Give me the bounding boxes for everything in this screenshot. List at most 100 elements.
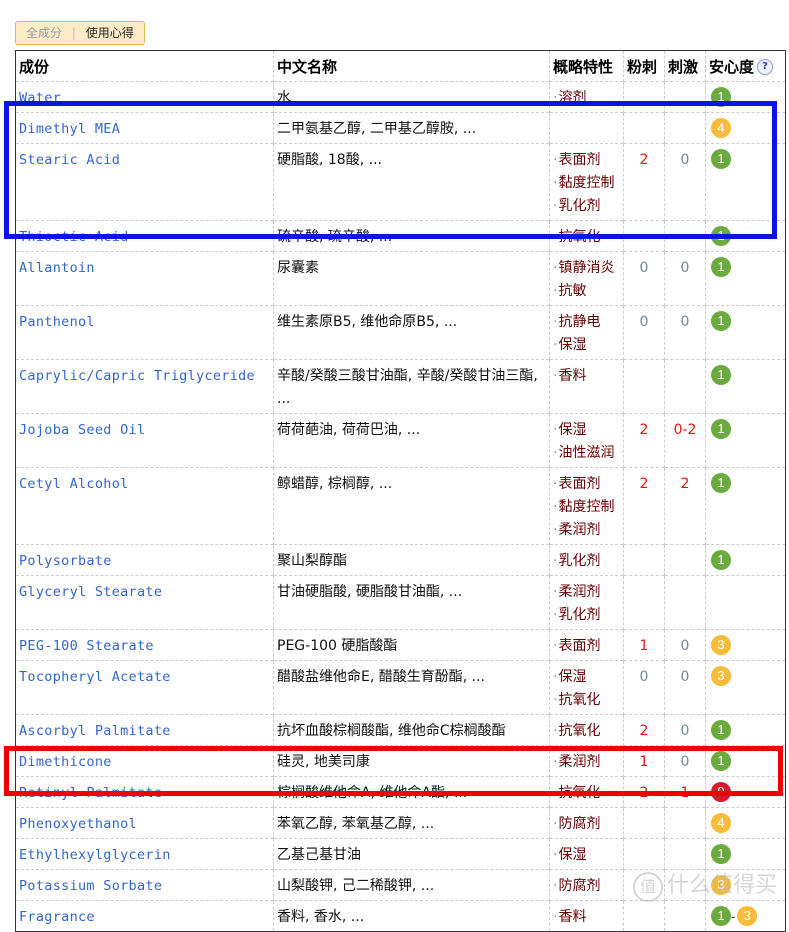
safety-badge[interactable]: 1 [711, 419, 731, 439]
safety-badge[interactable]: 1 [711, 149, 731, 169]
cell-acne: 2 [623, 467, 665, 545]
ingredient-link[interactable]: PEG-100 Stearate [19, 638, 154, 654]
cell-acne [623, 575, 665, 630]
cell-safety: 3 [705, 660, 786, 715]
help-icon[interactable]: ? [757, 59, 774, 75]
cell-chinese-name: 荷荷葩油, 荷荷巴油, ... [273, 413, 550, 468]
cell-chinese-name: 香料, 香水, ... [273, 900, 550, 932]
cell-inci: Panthenol [15, 305, 274, 360]
table-row: Glyceryl Stearate 甘油硬脂酸, 硬脂酸甘油酯, ...柔润剂乳化… [15, 575, 786, 630]
cell-irritation [664, 359, 706, 414]
safety-badge[interactable]: 3 [711, 635, 731, 655]
safety-badge[interactable]: 3 [711, 666, 731, 686]
safety-badge[interactable]: 1 [711, 226, 731, 246]
cell-acne [623, 869, 665, 901]
cell-irritation: 1 [664, 776, 706, 808]
ingredient-link[interactable]: Glyceryl Stearate [19, 584, 162, 600]
ingredient-link[interactable]: Polysorbate [19, 553, 112, 569]
ingredient-link[interactable]: Dimethicone [19, 754, 112, 770]
cell-features: 香料 [549, 359, 624, 414]
ingredient-link[interactable]: Caprylic/Capric Triglyceride [19, 368, 255, 384]
table-row: Jojoba Seed Oil 荷荷葩油, 荷荷巴油, ...保湿油性滋润20-2… [15, 413, 786, 468]
safety-badge[interactable]: 4 [711, 118, 731, 138]
cell-chinese-name: 聚山梨醇酯 [273, 544, 550, 576]
feature-tag: 保湿 [553, 334, 620, 357]
feature-tag: 黏度控制 [553, 496, 620, 519]
cell-inci: Potassium Sorbate [15, 869, 274, 901]
safety-badge[interactable]: 1 [711, 87, 731, 107]
cell-safety: 3 [705, 629, 786, 661]
safety-badge[interactable]: 9 [711, 782, 731, 802]
header-acne: 粉刺 [623, 50, 665, 82]
cell-safety: 1 [705, 359, 786, 414]
range-dash: - [731, 910, 736, 924]
ingredient-link[interactable]: Cetyl Alcohol [19, 476, 129, 492]
cell-safety: 3 [705, 869, 786, 901]
table-row: Retinyl Palmitate 棕榈酸维他命A, 维他命A酯, ...抗氧化2… [15, 776, 786, 808]
ingredient-link[interactable]: Tocopheryl Acetate [19, 669, 171, 685]
cell-inci: Jojoba Seed Oil [15, 413, 274, 468]
table-row: Potassium Sorbate 山梨酸钾, 己二稀酸钾, ...防腐剂 3 [15, 869, 786, 901]
cell-chinese-name: 硫辛酸, 琉辛酸, ... [273, 220, 550, 252]
table-row: Dimethyl MEA 二甲氨基乙醇, 二甲基乙醇胺, ... 4 [15, 112, 786, 144]
ingredient-link[interactable]: Fragrance [19, 909, 95, 925]
table-row: Fragrance 香料, 香水, ...香料 1-3 [15, 900, 786, 932]
cell-chinese-name: 鲸蜡醇, 棕榈醇, ... [273, 467, 550, 545]
safety-badge[interactable]: 1 [711, 720, 731, 740]
cell-acne: 2 [623, 714, 665, 746]
safety-badge[interactable]: 3 [711, 875, 731, 895]
feature-tag: 抗静电 [553, 311, 620, 334]
cell-chinese-name: 抗坏血酸棕榈酸酯, 维他命C棕榈酸酯 [273, 714, 550, 746]
cell-inci: Tocopheryl Acetate [15, 660, 274, 715]
cell-acne: 2 [623, 776, 665, 808]
ingredient-link[interactable]: Panthenol [19, 314, 95, 330]
cell-features: 香料 [549, 900, 624, 932]
tab-all-ingredients[interactable]: 全成分 [26, 26, 62, 40]
safety-badge[interactable]: 1 [711, 311, 731, 331]
safety-badge[interactable]: 1 [711, 906, 731, 926]
cell-chinese-name: 山梨酸钾, 己二稀酸钾, ... [273, 869, 550, 901]
tab-usage-notes[interactable]: 使用心得 [86, 26, 134, 40]
cell-irritation [664, 544, 706, 576]
table-row: Panthenol维生素原B5, 维他命原B5, ...抗静电保湿001 [15, 305, 786, 360]
cell-inci: Dimethyl MEA [15, 112, 274, 144]
cell-safety [705, 575, 786, 630]
cell-acne [623, 81, 665, 113]
safety-badge[interactable]: 1 [711, 473, 731, 493]
cell-features: 柔润剂乳化剂 [549, 575, 624, 630]
safety-badge[interactable]: 4 [711, 813, 731, 833]
tab-bar: 全成分 | 使用心得 [15, 21, 145, 45]
table-row: Tocopheryl Acetate 醋酸盐维他命E, 醋酸生育酚酯, ...保湿… [15, 660, 786, 715]
safety-badge[interactable]: 1 [711, 751, 731, 771]
safety-badge[interactable]: 1 [711, 844, 731, 864]
ingredient-link[interactable]: Allantoin [19, 260, 95, 276]
safety-badge[interactable]: 3 [737, 906, 758, 926]
cell-safety: 1 [705, 714, 786, 746]
table-row: Allantoin尿囊素镇静消炎抗敏001 [15, 251, 786, 306]
safety-badge[interactable]: 1 [711, 550, 731, 570]
table-row: PEG-100 Stearate PEG-100 硬脂酸酯表面剂103 [15, 629, 786, 661]
ingredient-link[interactable]: Phenoxyethanol [19, 816, 137, 832]
cell-safety: 1 [705, 745, 786, 777]
safety-badge[interactable]: 1 [711, 257, 731, 277]
feature-tag: 保湿 [553, 666, 620, 689]
cell-acne: 0 [623, 660, 665, 715]
feature-tag: 柔润剂 [553, 581, 620, 604]
safety-badge[interactable]: 1 [711, 365, 731, 385]
cell-inci: Stearic Acid [15, 143, 274, 221]
feature-tag: 抗氧化 [553, 720, 620, 743]
table-row: Ascorbyl Palmitate 抗坏血酸棕榈酸酯, 维他命C棕榈酸酯抗氧化2… [15, 714, 786, 746]
ingredient-link[interactable]: Dimethyl MEA [19, 121, 120, 137]
ingredient-link[interactable]: Retinyl Palmitate [19, 785, 162, 801]
cell-inci: Caprylic/Capric Triglyceride [15, 359, 274, 414]
cell-acne [623, 359, 665, 414]
ingredient-link[interactable]: Jojoba Seed Oil [19, 422, 145, 438]
ingredient-link[interactable]: Thioctic Acid [19, 229, 129, 245]
ingredient-link[interactable]: Potassium Sorbate [19, 878, 162, 894]
ingredient-link[interactable]: Stearic Acid [19, 152, 120, 168]
ingredient-link[interactable]: Ascorbyl Palmitate [19, 723, 171, 739]
ingredient-link[interactable]: Ethylhexylglycerin [19, 847, 171, 863]
cell-safety: 4 [705, 112, 786, 144]
ingredient-link[interactable]: Water [19, 90, 61, 106]
cell-safety: 1 [705, 838, 786, 870]
